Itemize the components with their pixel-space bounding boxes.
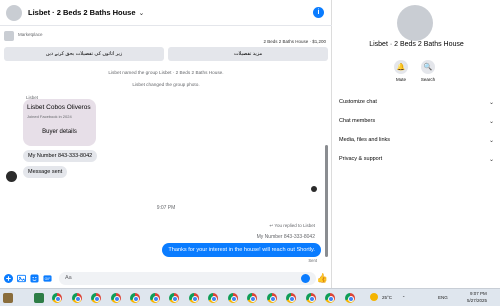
read-receipt-avatar	[311, 186, 317, 192]
svg-text:GIF: GIF	[45, 277, 51, 281]
chrome-icon[interactable]	[227, 293, 238, 303]
composer-bar: GIF Aa 👍	[0, 270, 332, 287]
group-name: Lisbet · 2 Beds 2 Baths House	[369, 41, 464, 48]
search-button[interactable]: 🔍 Search	[415, 60, 441, 82]
message-status: Sent	[308, 258, 317, 263]
contact-card[interactable]: Lisbet Cobos Oliveros Joined Facebook in…	[23, 99, 96, 146]
bell-icon: 🔔	[394, 60, 408, 74]
clock-date[interactable]: 5/27/2025	[467, 298, 487, 303]
incoming-message-phone[interactable]: My Number 843-333-8042	[23, 150, 98, 162]
chrome-icon[interactable]	[71, 293, 82, 303]
contact-name: Lisbet Cobos Oliveros	[27, 104, 91, 111]
chrome-icon[interactable]	[344, 293, 355, 303]
chrome-icon[interactable]	[266, 293, 277, 303]
chat-panel: Lisbet · 2 Beds 2 Baths House ⌄ i Market…	[0, 0, 332, 288]
marketplace-label: Marketplace	[18, 32, 43, 37]
contact-joined: Joined Facebook in 2024	[27, 114, 72, 119]
incoming-message-sent[interactable]: Message sent	[23, 166, 68, 178]
chevron-down-icon: ⌄	[488, 137, 494, 144]
outgoing-message[interactable]: Thanks for your interest in the house! w…	[162, 243, 321, 257]
chevron-down-icon: ⌄	[488, 99, 494, 106]
chevron-down-icon: ⌄	[488, 118, 494, 125]
section-label: Media, files and links	[339, 137, 391, 143]
sticker-icon[interactable]	[30, 274, 39, 283]
chrome-icon[interactable]	[130, 293, 140, 303]
chrome-icon[interactable]	[91, 293, 101, 303]
reply-note: ↩ You replied to Lisbet	[269, 223, 315, 229]
like-icon[interactable]: 👍	[317, 273, 328, 284]
listing-thumbnail[interactable]	[4, 31, 14, 41]
info-icon[interactable]: i	[313, 7, 324, 18]
language-indicator[interactable]: ENG	[438, 295, 448, 300]
messenger-window: Lisbet · 2 Beds 2 Baths House ⌄ i Market…	[0, 0, 500, 288]
plus-icon[interactable]	[4, 274, 13, 283]
search-label: Search	[420, 77, 436, 82]
chat-scrollbar[interactable]	[325, 145, 328, 257]
chevron-down-icon[interactable]: ⌄	[139, 9, 145, 17]
section-media-files-links[interactable]: Media, files and links ⌄	[339, 134, 494, 146]
section-customize-chat[interactable]: Customize chat ⌄	[339, 96, 494, 108]
marketplace-banner: Marketplace 2 Beds 2 Baths House · $1,20…	[4, 30, 328, 66]
message-input[interactable]: Aa	[59, 272, 316, 285]
buyer-details-button[interactable]: Buyer details	[23, 129, 96, 135]
tray-chevron-icon[interactable]: ⌃	[402, 295, 405, 300]
section-label: Privacy & support	[339, 156, 383, 162]
mute-button[interactable]: 🔔 Mute	[388, 60, 414, 82]
image-icon[interactable]	[17, 274, 26, 283]
chrome-icon[interactable]	[110, 293, 121, 303]
quoted-message[interactable]: My Number 843-333-8042	[257, 234, 315, 240]
quick-reply-button-right[interactable]: مزید تفصیلات	[168, 47, 328, 61]
taskbar: 25°C ⌃ ENG 9:07 PM 5/27/2025	[0, 288, 500, 306]
chrome-icon[interactable]	[305, 293, 316, 303]
weather-icon[interactable]	[370, 293, 378, 301]
chrome-icon[interactable]	[188, 293, 199, 303]
section-label: Chat members	[339, 118, 376, 124]
chrome-icon[interactable]	[149, 293, 160, 303]
section-privacy-support[interactable]: Privacy & support ⌄	[339, 153, 494, 165]
gif-icon[interactable]: GIF	[43, 274, 52, 283]
weather-temp[interactable]: 25°C	[382, 295, 392, 300]
group-avatar[interactable]	[6, 4, 22, 21]
chrome-icon[interactable]	[325, 293, 335, 303]
chat-header: Lisbet · 2 Beds 2 Baths House ⌄ i	[0, 0, 332, 26]
chrome-icon[interactable]	[286, 293, 296, 303]
mute-label: Mute	[395, 77, 406, 82]
emoji-icon[interactable]	[301, 274, 310, 283]
group-photo[interactable]	[397, 5, 433, 41]
chat-title[interactable]: Lisbet · 2 Beds 2 Baths House	[28, 8, 136, 17]
conversation-details-panel: Lisbet · 2 Beds 2 Baths House 🔔 Mute 🔍 S…	[333, 0, 500, 288]
section-chat-members[interactable]: Chat members ⌄	[339, 115, 494, 127]
chrome-icon[interactable]	[169, 293, 179, 303]
search-icon: 🔍	[421, 60, 435, 74]
pinned-app-icon[interactable]	[3, 293, 13, 303]
system-message-rename: Lisbet named the group Lisbet · 2 Beds 2…	[108, 70, 224, 75]
clock-time[interactable]: 9:07 PM	[470, 291, 487, 296]
listing-price[interactable]: 2 Beds 2 Baths House · $1,200	[263, 39, 326, 44]
chevron-down-icon: ⌄	[488, 156, 494, 163]
quick-reply-button-left[interactable]: زیر اثاثوں کی تفصیلات بحق کرنے دیں	[4, 47, 164, 61]
reply-note-text: You replied to Lisbet	[274, 223, 315, 228]
system-message-photo: Lisbet changed the group photo.	[132, 82, 200, 87]
sender-avatar[interactable]	[6, 171, 17, 182]
timestamp: 9:07 PM	[156, 205, 176, 211]
chrome-icon[interactable]	[52, 293, 62, 303]
pinned-app-icon[interactable]	[34, 293, 44, 303]
chrome-icon[interactable]	[247, 293, 257, 303]
chrome-icon[interactable]	[208, 293, 218, 303]
section-label: Customize chat	[339, 99, 377, 105]
